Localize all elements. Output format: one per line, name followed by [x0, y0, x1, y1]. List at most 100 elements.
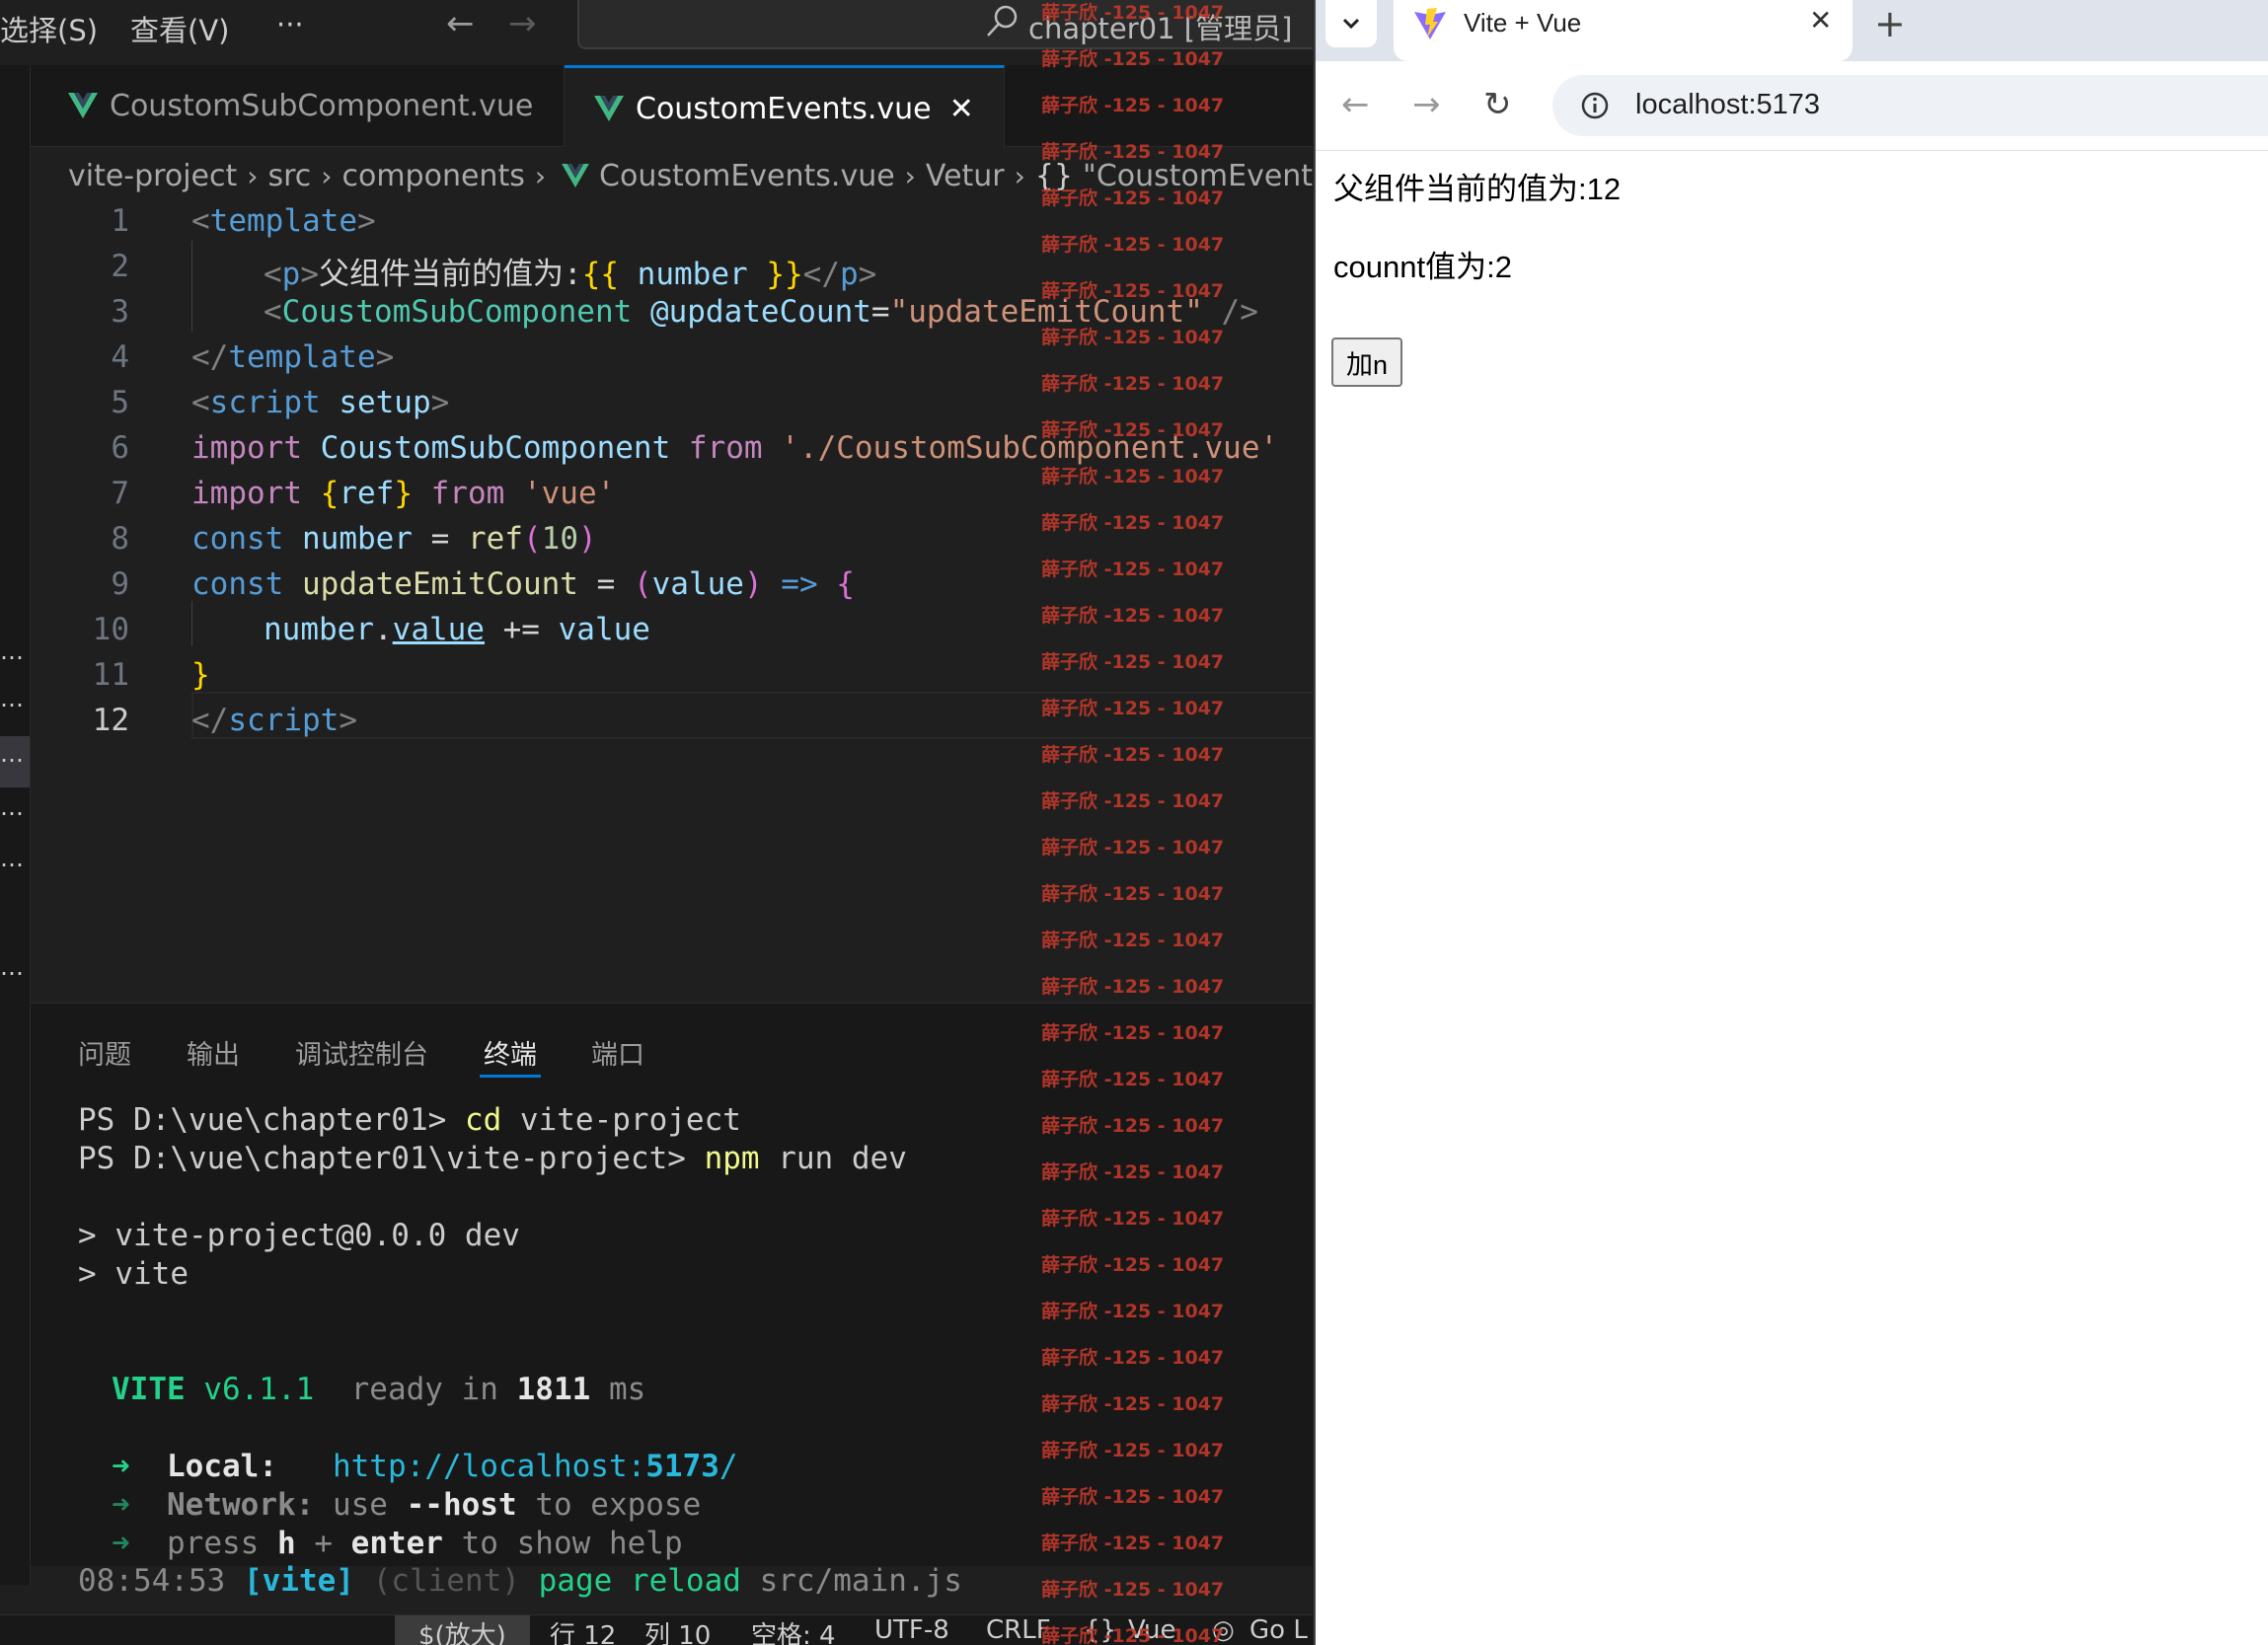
explorer-strip: … … … … … …: [0, 65, 31, 1585]
vscode-window: 选择(S) 查看(V) ··· ← → chapter01 [管理员] … … …: [0, 0, 1313, 1645]
indent-guide: [191, 241, 192, 332]
status-line[interactable]: 行 12: [550, 1615, 616, 1645]
status-encoding[interactable]: UTF-8: [874, 1615, 949, 1645]
watermark-text: 薛子欣 -125 - 1047: [1041, 1579, 1225, 1601]
braces-icon: {}: [1084, 1615, 1117, 1645]
braces-icon: {}: [1034, 158, 1074, 193]
close-icon[interactable]: ✕: [949, 92, 974, 126]
code-line: <template>: [191, 203, 376, 239]
info-icon[interactable]: [1580, 91, 1610, 120]
terminal-line: 08:54:53 [vite] (client) page reload src…: [78, 1563, 962, 1599]
line-number: 8: [111, 521, 129, 557]
search-icon: [987, 5, 1018, 37]
terminal-line: > vite: [78, 1256, 189, 1292]
breadcrumb-item[interactable]: components: [341, 159, 524, 193]
explorer-item[interactable]: …: [0, 740, 24, 768]
tab-ports[interactable]: 端口: [591, 1033, 644, 1072]
line-number: 7: [111, 476, 129, 511]
back-arrow-icon[interactable]: ←: [446, 4, 475, 43]
line-number: 6: [111, 430, 129, 466]
code-line: </template>: [191, 339, 395, 375]
browser-tab[interactable]: Vite + Vue ✕: [1394, 0, 1852, 61]
vite-logo-icon: [1414, 8, 1446, 39]
code-line: <script setup>: [191, 385, 450, 420]
line-number: 9: [111, 566, 129, 602]
editor-tab-bar: CoustomSubComponent.vue CoustomEvents.vu…: [31, 65, 1313, 149]
command-center-label: chapter01 [管理员]: [1028, 12, 1293, 45]
terminal-line: ➜ press h + enter to show help: [112, 1526, 683, 1561]
line-number: 3: [111, 294, 129, 330]
forward-arrow-icon[interactable]: →: [1412, 85, 1441, 124]
line-number: 1: [111, 203, 129, 239]
reload-icon[interactable]: ↻: [1483, 85, 1512, 124]
code-line: import {ref} from 'vue': [191, 476, 616, 511]
line-number: 10: [92, 612, 129, 647]
explorer-item[interactable]: …: [0, 793, 24, 821]
terminal-line: ➜ Local: http://localhost:5173/: [112, 1449, 738, 1484]
command-center[interactable]: chapter01 [管理员]: [577, 0, 1313, 49]
broadcast-icon: ◎: [1212, 1615, 1235, 1645]
tab-problems[interactable]: 问题: [78, 1033, 131, 1072]
line-number: 2: [111, 249, 129, 284]
status-bar: $(放大) 行 12 列 10 空格: 4 UTF-8 CRLF {} Vue …: [0, 1614, 1313, 1645]
code-line: }: [191, 657, 210, 693]
code-line: <p>父组件当前的值为:{{ number }}</p>: [264, 257, 877, 292]
address-bar[interactable]: localhost:5173: [1552, 75, 2268, 136]
parent-value-text: 父组件当前的值为:12: [1333, 172, 1622, 206]
breadcrumb-item[interactable]: vite-project: [68, 159, 237, 193]
line-number-active: 12: [92, 703, 129, 738]
line-number: 11: [92, 657, 129, 693]
menu-view[interactable]: 查看(V): [130, 8, 229, 49]
status-spaces[interactable]: 空格: 4: [751, 1615, 836, 1645]
code-line: number.value += value: [264, 612, 650, 647]
terminal-line: > vite-project@0.0.0 dev: [78, 1218, 520, 1253]
explorer-item[interactable]: …: [0, 845, 24, 872]
tab-label: CoustomSubComponent.vue: [110, 88, 534, 123]
browser-toolbar: ← → ↻ localhost:5173: [1316, 61, 2268, 151]
tab-debug-console[interactable]: 调试控制台: [295, 1033, 428, 1072]
status-zoom[interactable]: $(放大): [418, 1615, 506, 1645]
back-arrow-icon[interactable]: ←: [1341, 85, 1370, 124]
code-line: const number = ref(10): [191, 521, 597, 557]
add-n-button[interactable]: 加n: [1331, 337, 1402, 387]
explorer-item[interactable]: …: [0, 637, 24, 665]
explorer-item[interactable]: …: [0, 953, 24, 981]
terminal-line: PS D:\vue\chapter01> cd vite-project: [78, 1102, 741, 1138]
explorer-item[interactable]: …: [0, 685, 24, 712]
breadcrumb-item[interactable]: Vetur: [926, 159, 1005, 193]
status-go-live[interactable]: Go L: [1249, 1615, 1308, 1645]
forward-arrow-icon[interactable]: →: [508, 4, 537, 43]
breadcrumb-item[interactable]: "CoustomEvents.vu: [1083, 159, 1313, 193]
line-number: 5: [111, 385, 129, 420]
code-editor[interactable]: 1 2 3 4 5 6 7 8 9 10 11 12 <template> <p…: [31, 201, 1313, 1001]
terminal-line: PS D:\vue\chapter01\vite-project> npm ru…: [78, 1141, 907, 1176]
new-tab-button[interactable]: +: [1874, 2, 1906, 45]
url-text: localhost:5173: [1635, 89, 1821, 120]
current-line-highlight: [191, 692, 1313, 739]
tab-coustom-sub-component[interactable]: CoustomSubComponent.vue: [31, 65, 565, 146]
chevron-right-icon: ›: [534, 159, 547, 192]
menu-more[interactable]: ···: [276, 8, 304, 41]
browser-tab-strip: Vite + Vue ✕ +: [1316, 0, 2268, 61]
status-eol[interactable]: CRLF: [986, 1615, 1051, 1645]
vue-file-icon: [594, 96, 624, 121]
menu-select[interactable]: 选择(S): [0, 8, 98, 49]
tab-output[interactable]: 输出: [187, 1033, 240, 1072]
tab-terminal[interactable]: 终端: [484, 1033, 537, 1072]
indent-guide: [191, 601, 192, 646]
tab-coustom-events[interactable]: CoustomEvents.vue ✕: [565, 65, 1005, 149]
code-line: import CoustomSubComponent from './Coust…: [191, 430, 1279, 466]
browser-window: Vite + Vue ✕ + ← → ↻ localhost:5173 父组件当…: [1314, 0, 2268, 1645]
breadcrumb-item[interactable]: src: [267, 159, 311, 193]
tab-label: CoustomEvents.vue: [636, 91, 932, 126]
tab-search-button[interactable]: [1325, 0, 1377, 47]
terminal-line: ➜ Network: use --host to expose: [112, 1487, 702, 1523]
status-language[interactable]: Vue: [1128, 1615, 1176, 1645]
code-line: const updateEmitCount = (value) => {: [191, 566, 855, 602]
breadcrumb: vite-project › src › components › Cousto…: [68, 154, 1313, 197]
terminal-line: VITE v6.1.1 ready in 1811 ms: [112, 1372, 646, 1407]
chevron-down-icon: [1342, 18, 1360, 30]
close-icon[interactable]: ✕: [1809, 4, 1832, 37]
status-column[interactable]: 列 10: [644, 1615, 711, 1645]
breadcrumb-item[interactable]: CoustomEvents.vue: [599, 159, 895, 193]
